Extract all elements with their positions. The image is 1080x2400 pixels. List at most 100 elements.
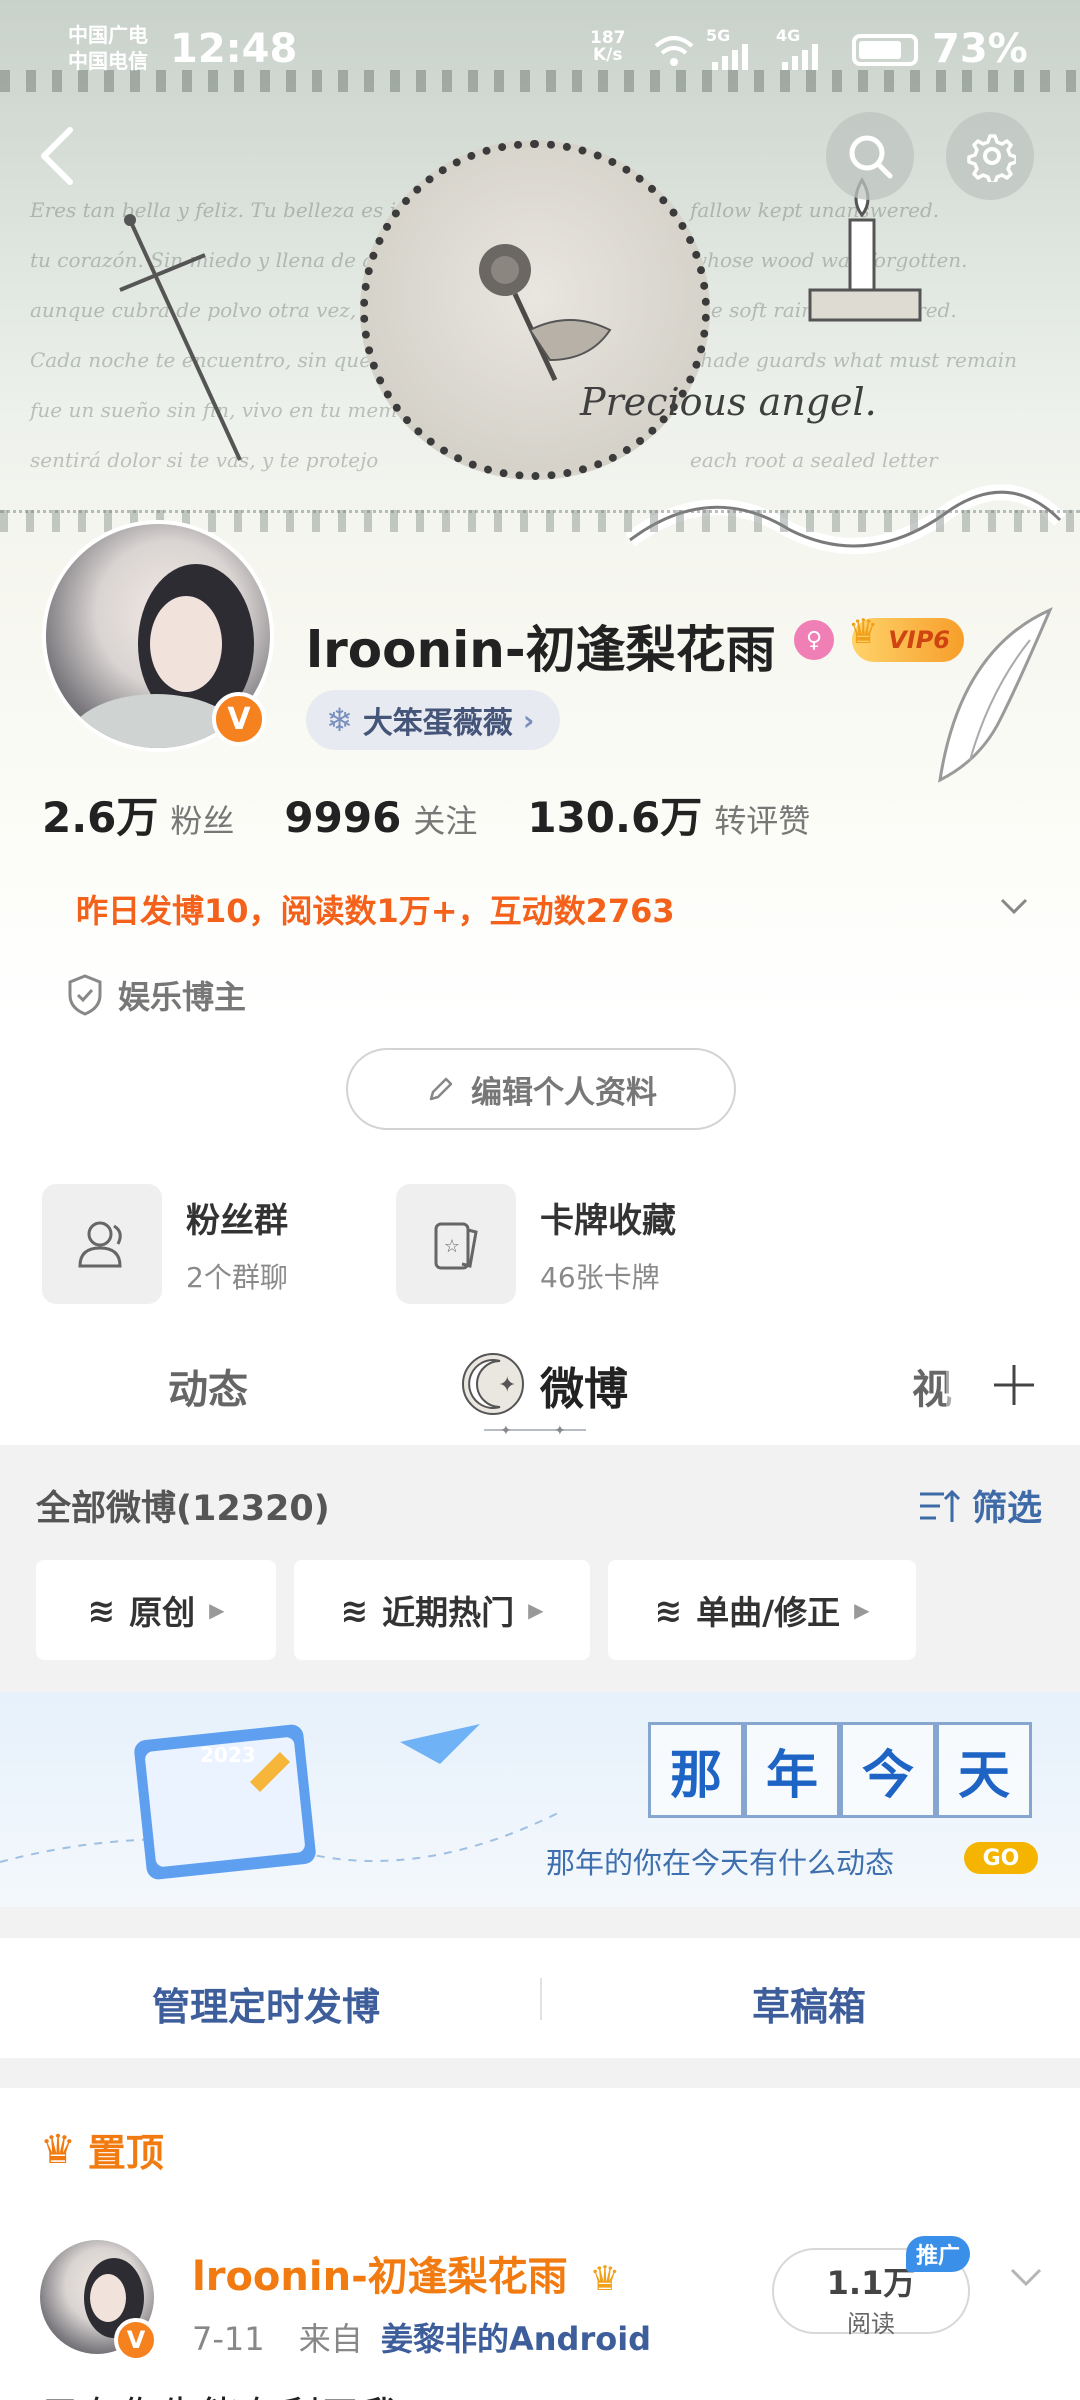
status-time: 12:48 (170, 26, 298, 72)
pencil-icon (429, 1077, 453, 1101)
chip-label: 原创 (129, 1593, 196, 1632)
edit-profile-label: 编辑个人资料 (471, 1074, 657, 1111)
drafts-button[interactable]: 草稿箱 (752, 1976, 866, 2031)
caret-right-icon: ▶ (854, 1598, 870, 1622)
pinned-text: 置顶 (87, 2131, 164, 2175)
sort-filter-icon (920, 1489, 961, 1522)
card-collection-icon: ☆ (434, 1222, 478, 1270)
fan-group-name: 大笨蛋薇薇 (362, 706, 513, 741)
edit-profile-button[interactable]: 编辑个人资料 (346, 1048, 736, 1130)
caret-right-icon: ▶ (528, 1598, 544, 1622)
svg-text:✦: ✦ (498, 1373, 516, 1398)
role-label: 娱乐博主 (118, 978, 247, 1016)
moon-star-icon: ✦ (462, 1353, 524, 1415)
search-icon (849, 135, 893, 179)
caret-right-icon: ▶ (209, 1598, 225, 1622)
post-meta: 7-11 来自 姜黎非的Android (192, 2314, 651, 2360)
stat-label: 转评赞 (714, 802, 811, 840)
snowflake-icon: ❄ (326, 701, 353, 739)
on-this-day-subtitle: 那年的你在今天有什么动态 (546, 1846, 895, 1880)
stat-interactions[interactable]: 130.6万 转评赞 (527, 784, 810, 845)
title-char: 天 (936, 1722, 1032, 1818)
status-bar: 中国广电 中国电信 12:48 187 K/s 5G 4G 73% (0, 0, 1080, 100)
crown-icon: ♛ (848, 612, 879, 652)
stat-label: 关注 (413, 802, 478, 840)
yesterday-summary[interactable]: 昨日发博10，阅读数1万+，互动数2763 (76, 886, 675, 932)
layers-icon: ≋ (87, 1590, 116, 1630)
active-tab-indicator: ✦ ✦ (484, 1423, 586, 1439)
card-collection-card[interactable]: ☆ 卡牌收藏 46张卡牌 (396, 1184, 676, 1304)
verified-badge-icon: V (114, 2318, 158, 2362)
svg-text:✦: ✦ (554, 1423, 566, 1439)
pinned-label: ♛ 置顶 (40, 2122, 164, 2177)
stat-value: 2.6万 (42, 793, 159, 842)
post-source-prefix: 来自 (298, 2320, 363, 2358)
card-title: 粉丝群 (186, 1200, 288, 1241)
chip-original[interactable]: ≋ 原创 ▶ (36, 1560, 276, 1660)
post-source[interactable]: 姜黎非的Android (381, 2320, 651, 2358)
vip-label: VIP6 (888, 626, 950, 654)
chevron-down-icon[interactable] (1006, 2256, 1046, 2296)
title-char: 那 (648, 1722, 744, 1818)
stat-value: 130.6万 (527, 793, 703, 842)
filter-label: 筛选 (972, 1489, 1043, 1529)
chip-label: 单曲/修正 (696, 1593, 841, 1632)
stat-following[interactable]: 9996 关注 (284, 793, 477, 842)
read-label: 阅读 (847, 2310, 895, 2338)
plus-icon[interactable] (990, 1361, 1038, 1409)
tab-dynamics[interactable]: 动态 (168, 1357, 248, 1415)
shield-icon (68, 974, 102, 1016)
signal-2-icon (782, 44, 818, 70)
fan-group-tag[interactable]: ❄ 大笨蛋薇薇 › (306, 690, 561, 750)
chip-recent-hot[interactable]: ≋ 近期热门 ▶ (294, 1560, 590, 1660)
manage-scheduled-button[interactable]: 管理定时发博 (152, 1976, 380, 2031)
verified-badge-icon: V (212, 692, 266, 746)
card-icon-box: ☆ (396, 1184, 516, 1304)
stat-label: 粉丝 (170, 802, 235, 840)
chevron-down-icon[interactable] (996, 888, 1032, 924)
female-gender-icon: ♀ (794, 620, 834, 660)
chevron-right-icon: › (522, 703, 535, 737)
calendar-year: 2023 (200, 1743, 256, 1767)
title-char: 今 (840, 1722, 936, 1818)
profile-stats: 2.6万 粉丝 9996 关注 130.6万 转评赞 (42, 784, 1042, 844)
profile-tabs: 动态 ✦ 微博 ✦ ✦ 视 (0, 1325, 1080, 1445)
layers-icon: ≋ (654, 1590, 683, 1630)
promote-tag[interactable]: 推广 (906, 2236, 970, 2272)
settings-button[interactable] (946, 112, 1034, 200)
post-author-name[interactable]: lroonin-初逢梨花雨 ♛ (192, 2244, 620, 2302)
sword-decoration (119, 214, 242, 461)
people-icon (78, 1221, 122, 1268)
post-author-text: lroonin-初逢梨花雨 (192, 2254, 568, 2300)
filter-button[interactable]: 筛选 (918, 1480, 1042, 1531)
on-this-day-banner[interactable]: 2023 那 年 今 天 (0, 1692, 1080, 1907)
stat-value: 9996 (284, 793, 402, 842)
signal-1-icon (712, 44, 748, 70)
fan-group-card[interactable]: 粉丝群 2个群聊 (42, 1184, 288, 1304)
chip-label: 近期热门 (382, 1593, 515, 1632)
manage-bar: 管理定时发博 草稿箱 (0, 1938, 1080, 2058)
calendar-illustration: 2023 (0, 1724, 561, 1880)
stat-followers[interactable]: 2.6万 粉丝 (42, 784, 234, 845)
crown-icon: ♛ (589, 2259, 621, 2299)
post-date: 7-11 (192, 2320, 265, 2358)
profile-username: lroonin-初逢梨花雨 (306, 621, 776, 679)
wifi-icon (654, 36, 694, 66)
back-arrow-icon[interactable] (36, 124, 80, 188)
blogger-role[interactable]: 娱乐博主 (66, 972, 246, 1018)
carrier-1: 中国广电 (68, 23, 148, 47)
search-button[interactable] (826, 112, 914, 200)
banner-caption: Precious angel. (580, 380, 877, 424)
go-button[interactable]: GO (964, 1842, 1038, 1874)
chip-single-edit[interactable]: ≋ 单曲/修正 ▶ (608, 1560, 916, 1660)
network-speed: 187 K/s (590, 30, 626, 64)
all-weibo-count: 全部微博(12320) (36, 1489, 330, 1529)
rose-hand-medallion (360, 140, 710, 480)
post-text-preview: 只有你先能有利于我 (40, 2384, 400, 2400)
battery-percent: 73% (932, 26, 1028, 72)
tab-weibo[interactable]: 微博 (540, 1353, 628, 1417)
card-subtitle: 2个群聊 (186, 1260, 288, 1294)
svg-text:☆: ☆ (444, 1236, 460, 1257)
network-speed-unit: K/s (592, 45, 623, 65)
battery-icon (852, 34, 918, 66)
